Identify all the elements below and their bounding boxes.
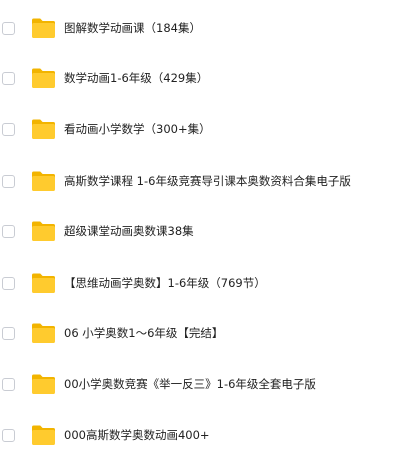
file-name[interactable]: 【思维动画学奥数】1-6年级（769节）	[64, 275, 397, 291]
item-checkbox[interactable]	[2, 71, 15, 85]
file-name[interactable]: 06 小学奥数1～6年级【完结】	[64, 325, 397, 341]
file-name[interactable]: 00小学奥数竞赛《举一反三》1-6年级全套电子版	[64, 376, 397, 392]
item-checkbox[interactable]	[2, 224, 15, 238]
list-item[interactable]: 看动画小学数学（300+集）	[0, 104, 401, 154]
list-item[interactable]: 06 小学奥数1～6年级【完结】	[0, 308, 401, 358]
item-checkbox[interactable]	[2, 377, 15, 391]
list-item[interactable]: 超级课堂动画奥数课38集	[0, 206, 401, 256]
file-name[interactable]: 000高斯数学奥数动画400+	[64, 427, 397, 443]
item-checkbox[interactable]	[2, 276, 15, 290]
file-list: 图解数学动画课（184集） 数学动画1-6年级（429集） 看动画小学数学（30…	[0, 0, 401, 472]
list-item[interactable]: 00小学奥数竞赛《举一反三》1-6年级全套电子版	[0, 359, 401, 409]
folder-icon	[31, 17, 56, 39]
file-name[interactable]: 数学动画1-6年级（429集）	[64, 70, 397, 86]
folder-icon	[31, 170, 56, 192]
file-name[interactable]: 看动画小学数学（300+集）	[64, 121, 397, 137]
file-name[interactable]: 超级课堂动画奥数课38集	[64, 223, 397, 239]
folder-icon	[31, 373, 56, 395]
file-name[interactable]: 图解数学动画课（184集）	[64, 20, 397, 36]
folder-icon	[31, 272, 56, 294]
list-item[interactable]: 【思维动画学奥数】1-6年级（769节）	[0, 258, 401, 308]
item-checkbox[interactable]	[2, 21, 15, 35]
list-item[interactable]: 图解数学动画课（184集）	[0, 3, 401, 53]
list-item[interactable]: 000高斯数学奥数动画400+	[0, 410, 401, 460]
folder-icon	[31, 322, 56, 344]
folder-icon	[31, 118, 56, 140]
folder-icon	[31, 220, 56, 242]
item-checkbox[interactable]	[2, 122, 15, 136]
item-checkbox[interactable]	[2, 174, 15, 188]
list-item[interactable]: 数学动画1-6年级（429集）	[0, 53, 401, 103]
item-checkbox[interactable]	[2, 326, 15, 340]
item-checkbox[interactable]	[2, 428, 15, 442]
folder-icon	[31, 67, 56, 89]
file-name[interactable]: 高斯数学课程 1-6年级竞赛导引课本奥数资料合集电子版	[64, 173, 397, 189]
folder-icon	[31, 424, 56, 446]
list-item[interactable]: 高斯数学课程 1-6年级竞赛导引课本奥数资料合集电子版	[0, 156, 401, 206]
